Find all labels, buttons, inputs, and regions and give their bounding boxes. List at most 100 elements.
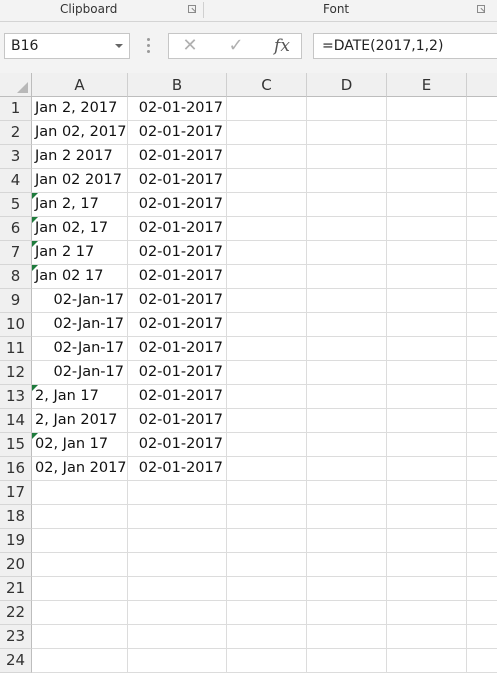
cell-a23[interactable] — [32, 625, 128, 649]
cell-e8[interactable] — [387, 265, 467, 289]
cell-e11[interactable] — [387, 337, 467, 361]
cell-partial22[interactable] — [467, 601, 497, 625]
cell-a16[interactable]: 02, Jan 2017 — [32, 457, 128, 481]
row-header-13[interactable]: 13 — [0, 385, 32, 409]
row-header-6[interactable]: 6 — [0, 217, 32, 241]
cell-d23[interactable] — [307, 625, 387, 649]
cell-partial9[interactable] — [467, 289, 497, 313]
cell-b13[interactable]: 02-01-2017 — [128, 385, 227, 409]
cell-c19[interactable] — [227, 529, 307, 553]
cell-b22[interactable] — [128, 601, 227, 625]
cell-d17[interactable] — [307, 481, 387, 505]
cell-d3[interactable] — [307, 145, 387, 169]
cell-a1[interactable]: Jan 2, 2017 — [32, 97, 128, 121]
cell-b2[interactable]: 02-01-2017 — [128, 121, 227, 145]
cell-e3[interactable] — [387, 145, 467, 169]
row-header-7[interactable]: 7 — [0, 241, 32, 265]
column-header-c[interactable]: C — [227, 73, 307, 97]
cell-a12[interactable]: 02-Jan-17 — [32, 361, 128, 385]
cell-partial15[interactable] — [467, 433, 497, 457]
column-header-a[interactable]: A — [32, 73, 128, 97]
cell-c4[interactable] — [227, 169, 307, 193]
cell-b24[interactable] — [128, 649, 227, 673]
cell-partial19[interactable] — [467, 529, 497, 553]
clipboard-dialog-launcher-icon[interactable] — [188, 5, 196, 13]
cell-c24[interactable] — [227, 649, 307, 673]
cell-d9[interactable] — [307, 289, 387, 313]
cell-d8[interactable] — [307, 265, 387, 289]
cell-partial11[interactable] — [467, 337, 497, 361]
cell-c1[interactable] — [227, 97, 307, 121]
cell-c16[interactable] — [227, 457, 307, 481]
cell-partial4[interactable] — [467, 169, 497, 193]
cell-d13[interactable] — [307, 385, 387, 409]
cell-partial21[interactable] — [467, 577, 497, 601]
row-header-1[interactable]: 1 — [0, 97, 32, 121]
cell-e10[interactable] — [387, 313, 467, 337]
insert-function-button[interactable]: fx — [267, 34, 297, 58]
cell-d7[interactable] — [307, 241, 387, 265]
cell-c22[interactable] — [227, 601, 307, 625]
cell-e22[interactable] — [387, 601, 467, 625]
error-indicator-icon[interactable] — [32, 265, 38, 271]
cell-b16[interactable]: 02-01-2017 — [128, 457, 227, 481]
row-header-24[interactable]: 24 — [0, 649, 32, 673]
cell-c23[interactable] — [227, 625, 307, 649]
cell-d20[interactable] — [307, 553, 387, 577]
row-header-23[interactable]: 23 — [0, 625, 32, 649]
cell-d6[interactable] — [307, 217, 387, 241]
cell-c20[interactable] — [227, 553, 307, 577]
cell-d19[interactable] — [307, 529, 387, 553]
cell-b14[interactable]: 02-01-2017 — [128, 409, 227, 433]
cell-b4[interactable]: 02-01-2017 — [128, 169, 227, 193]
cell-partial20[interactable] — [467, 553, 497, 577]
cell-d4[interactable] — [307, 169, 387, 193]
cell-a6[interactable]: Jan 02, 17 — [32, 217, 128, 241]
cell-c13[interactable] — [227, 385, 307, 409]
row-header-3[interactable]: 3 — [0, 145, 32, 169]
cell-a8[interactable]: Jan 02 17 — [32, 265, 128, 289]
checkmark-icon[interactable]: ✓ — [221, 34, 251, 58]
cell-b23[interactable] — [128, 625, 227, 649]
row-header-12[interactable]: 12 — [0, 361, 32, 385]
cell-e13[interactable] — [387, 385, 467, 409]
cell-e17[interactable] — [387, 481, 467, 505]
cell-a10[interactable]: 02-Jan-17 — [32, 313, 128, 337]
cell-c18[interactable] — [227, 505, 307, 529]
cell-e12[interactable] — [387, 361, 467, 385]
formula-input[interactable]: =DATE(2017,1,2) — [313, 33, 497, 59]
cell-b10[interactable]: 02-01-2017 — [128, 313, 227, 337]
cell-d21[interactable] — [307, 577, 387, 601]
cell-c2[interactable] — [227, 121, 307, 145]
cell-d24[interactable] — [307, 649, 387, 673]
column-header-d[interactable]: D — [307, 73, 387, 97]
cell-e16[interactable] — [387, 457, 467, 481]
cell-c3[interactable] — [227, 145, 307, 169]
cell-a9[interactable]: 02-Jan-17 — [32, 289, 128, 313]
cell-e20[interactable] — [387, 553, 467, 577]
cell-a24[interactable] — [32, 649, 128, 673]
cell-partial1[interactable] — [467, 97, 497, 121]
cell-a7[interactable]: Jan 2 17 — [32, 241, 128, 265]
cell-d14[interactable] — [307, 409, 387, 433]
cell-b3[interactable]: 02-01-2017 — [128, 145, 227, 169]
cell-e23[interactable] — [387, 625, 467, 649]
cell-d12[interactable] — [307, 361, 387, 385]
cell-e4[interactable] — [387, 169, 467, 193]
cell-partial24[interactable] — [467, 649, 497, 673]
cell-a15[interactable]: 02, Jan 17 — [32, 433, 128, 457]
cell-b8[interactable]: 02-01-2017 — [128, 265, 227, 289]
cell-c17[interactable] — [227, 481, 307, 505]
cell-partial23[interactable] — [467, 625, 497, 649]
cell-e1[interactable] — [387, 97, 467, 121]
cell-a3[interactable]: Jan 2 2017 — [32, 145, 128, 169]
cell-d5[interactable] — [307, 193, 387, 217]
column-header-e[interactable]: E — [387, 73, 467, 97]
cell-partial14[interactable] — [467, 409, 497, 433]
select-all-button[interactable] — [0, 73, 32, 97]
cell-c21[interactable] — [227, 577, 307, 601]
cell-b11[interactable]: 02-01-2017 — [128, 337, 227, 361]
column-header-b[interactable]: B — [128, 73, 227, 97]
cell-c7[interactable] — [227, 241, 307, 265]
row-header-4[interactable]: 4 — [0, 169, 32, 193]
